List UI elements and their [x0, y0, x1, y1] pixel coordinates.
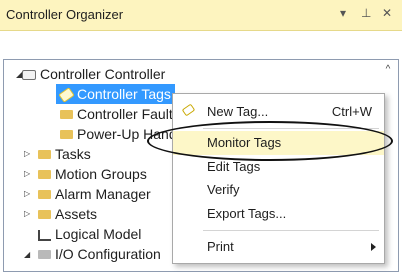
- collapse-arrow-icon[interactable]: ▷: [24, 144, 30, 164]
- folder-icon: [60, 129, 73, 139]
- tree-item-tasks[interactable]: ▷ Tasks: [24, 144, 91, 164]
- menu-separator: [203, 230, 379, 231]
- context-menu: New Tag... Ctrl+W Monitor Tags Edit Tags…: [172, 93, 385, 264]
- organizer-toolbar: [0, 31, 402, 84]
- menu-item-new-tag[interactable]: New Tag... Ctrl+W: [173, 100, 384, 124]
- menu-separator: [203, 128, 379, 129]
- folder-icon: [60, 109, 73, 119]
- dropdown-icon[interactable]: ▾: [340, 6, 346, 20]
- tree-item-controller-tags[interactable]: Controller Tags: [56, 84, 175, 104]
- tree-item-assets[interactable]: ▷ Assets: [24, 204, 97, 224]
- folder-icon: [38, 209, 51, 219]
- collapse-arrow-icon[interactable]: ▷: [24, 204, 30, 224]
- collapse-arrow-icon[interactable]: ▷: [24, 184, 30, 204]
- menu-item-export-tags[interactable]: Export Tags...: [173, 202, 384, 226]
- panel-title: Controller Organizer: [6, 7, 124, 22]
- tag-icon: [181, 103, 196, 117]
- tag-icon: [58, 87, 75, 104]
- menu-item-verify[interactable]: Verify: [173, 178, 384, 202]
- tree-item-controller[interactable]: ◢ Controller Controller: [16, 64, 165, 84]
- expand-arrow-icon[interactable]: ◢: [16, 65, 22, 85]
- tree-item-logical-model[interactable]: Logical Model: [38, 224, 141, 244]
- pin-icon[interactable]: ⊥: [361, 6, 371, 20]
- menu-item-print[interactable]: Print: [173, 235, 384, 259]
- tree-item-alarm-manager[interactable]: ▷ Alarm Manager: [24, 184, 151, 204]
- close-icon[interactable]: ✕: [382, 6, 392, 20]
- folder-icon: [38, 249, 51, 259]
- controller-icon: [22, 70, 36, 81]
- folder-icon: [38, 169, 51, 179]
- panel-titlebar: Controller Organizer ▾ ⊥ ✕: [0, 0, 402, 31]
- folder-icon: [38, 189, 51, 199]
- scroll-up-arrow-icon[interactable]: ^: [381, 63, 395, 77]
- menu-item-edit-tags[interactable]: Edit Tags: [173, 155, 384, 179]
- tree-item-motion-groups[interactable]: ▷ Motion Groups: [24, 164, 147, 184]
- shortcut-label: Ctrl+W: [331, 104, 372, 119]
- tree-item-power-up-handler[interactable]: Power-Up Hand: [60, 124, 177, 144]
- folder-icon: [38, 149, 51, 159]
- tree-item-controller-fault[interactable]: Controller Fault: [60, 104, 173, 124]
- submenu-arrow-icon: [371, 243, 376, 251]
- expand-arrow-icon[interactable]: ◢: [24, 245, 30, 265]
- collapse-arrow-icon[interactable]: ▷: [24, 164, 30, 184]
- logical-model-icon: [38, 229, 51, 241]
- tree-item-io-configuration[interactable]: ◢ I/O Configuration: [24, 244, 161, 264]
- menu-item-monitor-tags[interactable]: Monitor Tags: [173, 131, 384, 155]
